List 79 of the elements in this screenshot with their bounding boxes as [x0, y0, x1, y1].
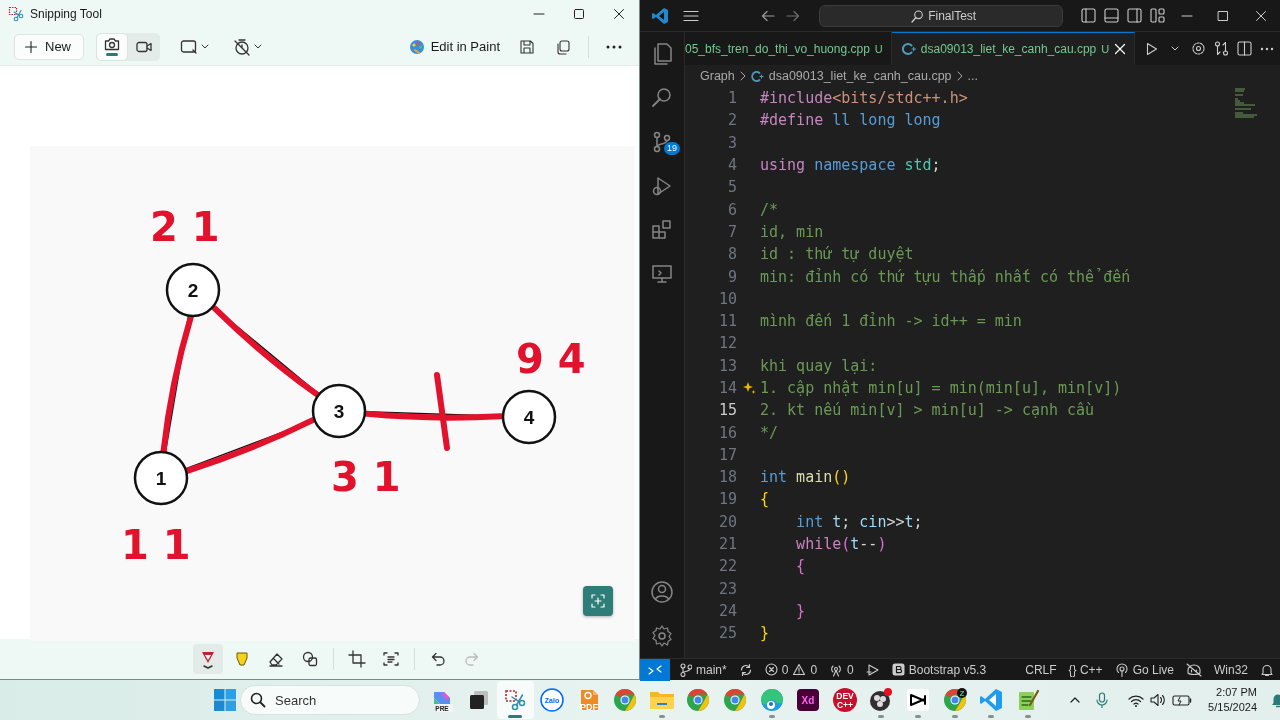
taskbar-button[interactable]: Xd	[789, 681, 827, 719]
handwritten-note: 9 4	[516, 336, 586, 382]
graph-node: 3	[311, 383, 367, 439]
code-line: 1. cập nhật min[u] = min(min[u], min[v])	[760, 379, 1122, 397]
source-control-button[interactable]: 19	[640, 120, 684, 164]
code-line: #include<bits/stdc++.h>	[760, 89, 968, 108]
line-number: 8	[726, 245, 737, 264]
code-line: min: đỉnh có thứ tựu thấp nhất có thể đến	[760, 267, 1131, 286]
code-line: using namespace std;	[760, 156, 941, 175]
code-line: */	[760, 423, 779, 442]
line-number: 20	[717, 512, 737, 531]
code-line: int main()	[760, 468, 851, 487]
new-button[interactable]: New	[14, 33, 84, 60]
graph-node: 1	[133, 450, 189, 506]
editor-tab[interactable]: 05_bfs_tren_do_thi_vo_huong.cpp U	[685, 32, 892, 65]
branch-button[interactable]: main*	[674, 658, 733, 681]
graph-node: 2	[165, 262, 221, 318]
line-number: 5	[726, 178, 737, 197]
line-number: 1	[726, 89, 737, 108]
line-number: 19	[717, 490, 737, 509]
line-number: 23	[717, 579, 737, 598]
line-number: 13	[717, 356, 737, 375]
line-number: 12	[717, 334, 737, 353]
taskbar-button[interactable]: DEV C++	[826, 681, 864, 719]
code-line: {	[795, 557, 806, 576]
browser-icon: Z	[942, 688, 967, 712]
breadcrumb-item[interactable]: ...	[967, 69, 978, 83]
status-item[interactable]: CRLF	[1019, 658, 1063, 681]
window-title: Snipping Tool	[30, 7, 102, 21]
line-number: 14	[717, 379, 737, 397]
line-number: 17	[717, 445, 737, 464]
line-number: 10	[717, 289, 737, 308]
code-line: }	[795, 601, 806, 620]
command-center-search[interactable]: FinalTest	[819, 4, 1064, 27]
code-line: mình đến 1 đỉnh -> id++ = min	[760, 312, 1022, 331]
code-line: id : thứ tự duyệt	[760, 245, 914, 264]
line-number: 16	[717, 423, 737, 442]
extension-status[interactable]: Bootstrap v5.3	[885, 658, 993, 681]
code-line: id, min	[760, 222, 824, 241]
go-live-button[interactable]: Go Live	[1108, 658, 1180, 681]
app-icon: DEV C++	[832, 688, 857, 712]
code-line: while(t--)	[795, 535, 887, 554]
code-line: 2. kt nếu min[v] > min[u] -> cạnh cầu	[760, 401, 1095, 420]
line-number: 4	[726, 156, 737, 175]
line-number: 24	[717, 601, 737, 620]
handwritten-note: 1 1	[121, 522, 191, 568]
line-number: 15	[717, 401, 737, 420]
graph-node: 4	[501, 389, 557, 445]
code-line: khi quay lại:	[760, 356, 878, 375]
count-badge: 19	[664, 142, 680, 155]
editor-tab[interactable]: dsa09013_liet_ke_canh_cau.cpp U	[891, 32, 1136, 65]
edit-in-paint-button[interactable]: Edit in Paint	[402, 32, 506, 61]
line-number: 11	[717, 312, 737, 331]
line-number: 2	[726, 111, 737, 130]
code-line: #define ll long long	[760, 111, 941, 130]
handwritten-note: 2 1	[150, 204, 220, 250]
breadcrumb-item[interactable]: dsa09013_liet_ke_canh_cau.cpp	[768, 69, 952, 83]
search-field[interactable]: Search	[240, 685, 420, 715]
line-number: 21	[717, 535, 737, 554]
line-number: 22	[717, 557, 737, 576]
code-line: /*	[760, 200, 779, 219]
taskbar-button[interactable]: Z	[936, 681, 973, 719]
code-line: {	[760, 490, 770, 509]
code-line: }	[760, 624, 770, 643]
code-line: int t; cin>>t;	[795, 512, 923, 531]
breadcrumb-item[interactable]: Graph	[700, 69, 735, 83]
line-number: 25	[717, 624, 737, 643]
line-number: 9	[726, 267, 737, 286]
line-number: 18	[717, 468, 737, 487]
clock[interactable]: 2:07 PM 5/15/2024	[1208, 685, 1258, 715]
handwritten-note: 3 1	[331, 454, 401, 500]
ports-button[interactable]: 0	[823, 658, 860, 681]
status-item[interactable]: Win32	[1208, 658, 1254, 681]
line-number: 3	[726, 133, 737, 152]
line-number: 7	[726, 222, 737, 241]
problems-button[interactable]: 0 0	[758, 658, 824, 681]
app-icon: Xd	[796, 688, 821, 712]
language-button[interactable]: {} C++	[1062, 658, 1109, 681]
line-number: 6	[726, 200, 737, 219]
